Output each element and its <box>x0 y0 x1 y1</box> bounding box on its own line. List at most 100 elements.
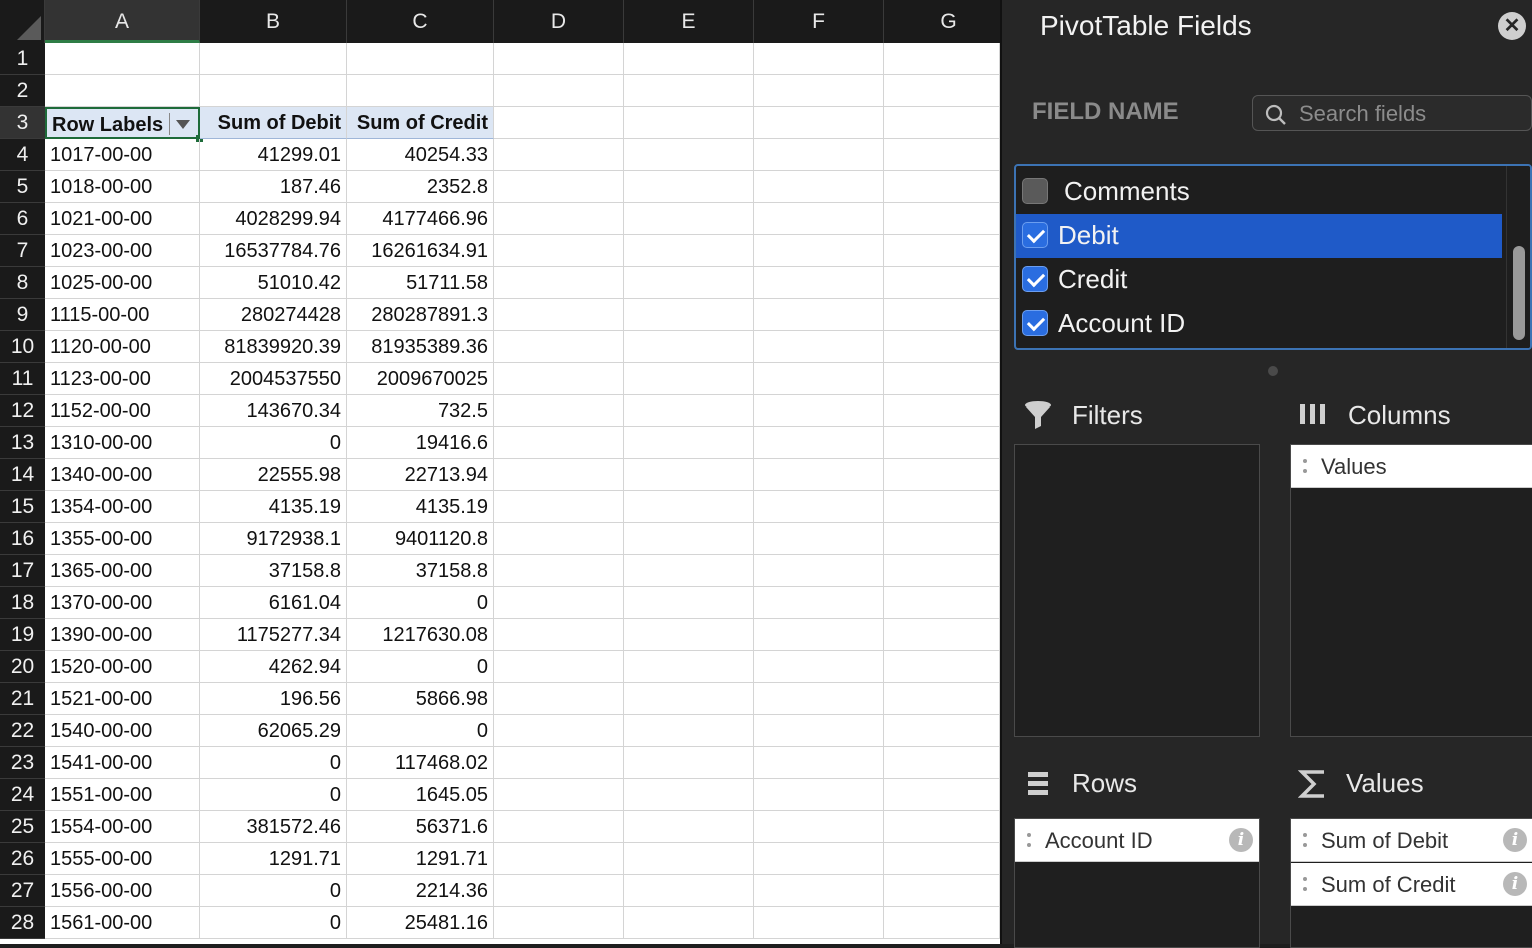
row-header-27[interactable]: 27 <box>0 875 45 907</box>
debit-cell[interactable]: 2004537550 <box>200 363 347 395</box>
credit-cell[interactable]: 2214.36 <box>347 875 494 907</box>
cell[interactable] <box>624 427 754 459</box>
cell[interactable] <box>494 491 624 523</box>
row-label-cell[interactable]: 1556-00-00 <box>45 875 200 907</box>
row-header-12[interactable]: 12 <box>0 395 45 427</box>
cell[interactable] <box>884 811 1000 843</box>
cell[interactable] <box>494 395 624 427</box>
credit-cell[interactable]: 2009670025 <box>347 363 494 395</box>
credit-cell[interactable]: 81935389.36 <box>347 331 494 363</box>
field-item-credit[interactable]: Credit <box>1016 258 1502 302</box>
cell[interactable] <box>624 747 754 779</box>
cell[interactable] <box>624 331 754 363</box>
row-label-cell[interactable]: 1561-00-00 <box>45 907 200 939</box>
row-header-20[interactable]: 20 <box>0 651 45 683</box>
debit-cell[interactable]: 0 <box>200 907 347 939</box>
cell[interactable] <box>624 843 754 875</box>
credit-cell[interactable]: 4135.19 <box>347 491 494 523</box>
credit-cell[interactable]: 1217630.08 <box>347 619 494 651</box>
row-label-cell[interactable]: 1017-00-00 <box>45 139 200 171</box>
cell[interactable] <box>494 523 624 555</box>
debit-cell[interactable]: 1175277.34 <box>200 619 347 651</box>
debit-cell[interactable]: 37158.8 <box>200 555 347 587</box>
cell[interactable] <box>624 811 754 843</box>
field-checkbox[interactable] <box>1022 178 1048 204</box>
debit-cell[interactable]: 0 <box>200 427 347 459</box>
column-header-c[interactable]: C <box>347 0 494 43</box>
cell[interactable] <box>624 267 754 299</box>
info-icon[interactable]: i <box>1503 828 1527 852</box>
row-labels-filter-button[interactable] <box>169 113 194 135</box>
cell[interactable] <box>884 107 1000 139</box>
cell[interactable] <box>45 75 200 107</box>
area-field-pill[interactable]: Sum of Credit i <box>1291 863 1532 906</box>
row-header-25[interactable]: 25 <box>0 811 45 843</box>
cell[interactable] <box>200 43 347 75</box>
debit-cell[interactable]: 187.46 <box>200 171 347 203</box>
cell[interactable] <box>754 491 884 523</box>
cell[interactable] <box>624 459 754 491</box>
cell[interactable] <box>884 779 1000 811</box>
debit-cell[interactable]: 143670.34 <box>200 395 347 427</box>
cell[interactable] <box>754 363 884 395</box>
cell[interactable] <box>884 43 1000 75</box>
panel-splitter-handle[interactable] <box>1268 366 1278 376</box>
row-label-cell[interactable]: 1554-00-00 <box>45 811 200 843</box>
cell[interactable] <box>624 43 754 75</box>
row-label-cell[interactable]: 1123-00-00 <box>45 363 200 395</box>
row-label-cell[interactable]: 1555-00-00 <box>45 843 200 875</box>
row-header-5[interactable]: 5 <box>0 171 45 203</box>
cell[interactable] <box>347 75 494 107</box>
scrollbar-thumb[interactable] <box>1513 246 1525 340</box>
row-label-cell[interactable]: 1354-00-00 <box>45 491 200 523</box>
cell[interactable] <box>624 619 754 651</box>
credit-cell[interactable]: 2352.8 <box>347 171 494 203</box>
cell[interactable] <box>884 651 1000 683</box>
cell[interactable] <box>754 715 884 747</box>
row-header-4[interactable]: 4 <box>0 139 45 171</box>
filters-drop-area[interactable] <box>1014 444 1260 737</box>
field-item-account-id[interactable]: Account ID <box>1016 302 1502 346</box>
field-list-scrollbar[interactable] <box>1506 166 1530 348</box>
cell[interactable] <box>754 811 884 843</box>
cell[interactable] <box>754 779 884 811</box>
column-header-d[interactable]: D <box>494 0 624 43</box>
credit-cell[interactable]: 16261634.91 <box>347 235 494 267</box>
cell[interactable] <box>754 171 884 203</box>
cell[interactable] <box>624 779 754 811</box>
search-fields-input[interactable] <box>1297 100 1521 128</box>
debit-cell[interactable]: 51010.42 <box>200 267 347 299</box>
cell[interactable] <box>754 651 884 683</box>
cell[interactable] <box>754 139 884 171</box>
row-label-cell[interactable]: 1355-00-00 <box>45 523 200 555</box>
row-label-cell[interactable]: 1365-00-00 <box>45 555 200 587</box>
debit-cell[interactable]: 22555.98 <box>200 459 347 491</box>
row-label-cell[interactable]: 1551-00-00 <box>45 779 200 811</box>
row-header-6[interactable]: 6 <box>0 203 45 235</box>
field-checkbox[interactable] <box>1022 310 1048 336</box>
cell[interactable] <box>200 75 347 107</box>
cell[interactable] <box>624 555 754 587</box>
cell[interactable] <box>754 907 884 939</box>
debit-cell[interactable]: 41299.01 <box>200 139 347 171</box>
cell[interactable] <box>494 43 624 75</box>
credit-cell[interactable]: 22713.94 <box>347 459 494 491</box>
values-drop-area[interactable]: Sum of Debit i Sum of Credit i <box>1290 818 1532 948</box>
info-icon[interactable]: i <box>1229 828 1253 852</box>
debit-cell[interactable]: 81839920.39 <box>200 331 347 363</box>
row-header-18[interactable]: 18 <box>0 587 45 619</box>
credit-cell[interactable]: 25481.16 <box>347 907 494 939</box>
row-header-11[interactable]: 11 <box>0 363 45 395</box>
row-label-cell[interactable]: 1152-00-00 <box>45 395 200 427</box>
cell[interactable] <box>494 907 624 939</box>
debit-cell[interactable]: 4135.19 <box>200 491 347 523</box>
cell[interactable] <box>45 43 200 75</box>
credit-cell[interactable]: 732.5 <box>347 395 494 427</box>
credit-cell[interactable]: 4177466.96 <box>347 203 494 235</box>
spreadsheet-grid[interactable]: ABCDEFG 1 2 3 4 5 6 7 8 9 10 11 12 13 14 15 16 17 18 19 20 2… <box>0 0 1000 944</box>
row-header-9[interactable]: 9 <box>0 299 45 331</box>
field-checkbox[interactable] <box>1022 222 1048 248</box>
drag-grip-icon[interactable] <box>1303 459 1307 475</box>
cell[interactable] <box>884 683 1000 715</box>
field-list[interactable]: Comments Debit Credit Account ID <box>1014 164 1532 350</box>
